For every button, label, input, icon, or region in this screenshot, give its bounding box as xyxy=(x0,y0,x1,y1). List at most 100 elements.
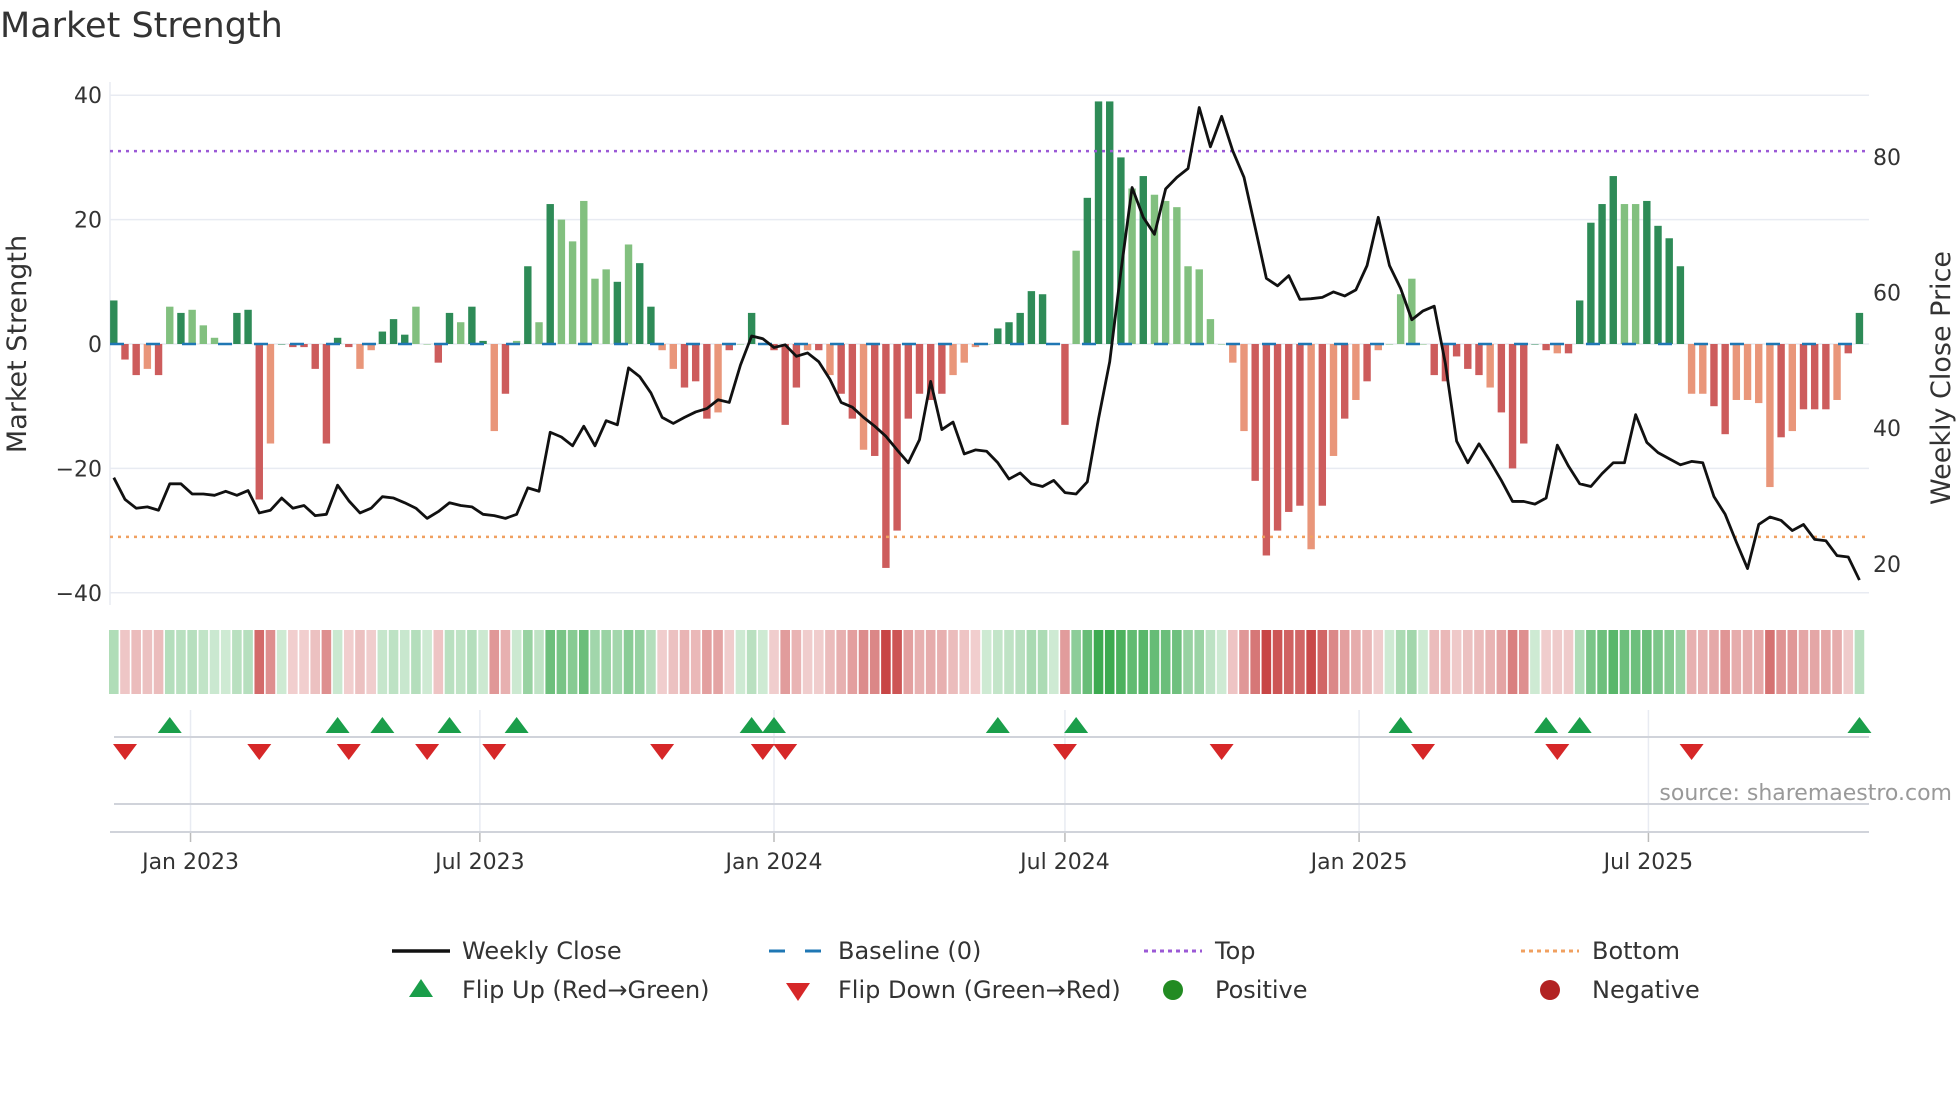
heat-cell xyxy=(1742,630,1753,694)
y2-tick-label: 40 xyxy=(1873,417,1901,442)
flip-down-marker xyxy=(112,744,137,760)
heat-cell xyxy=(825,630,835,694)
flip-up-marker xyxy=(504,717,529,733)
flip-down-marker xyxy=(415,744,440,760)
heat-cell xyxy=(1530,630,1540,694)
heat-cell xyxy=(1787,630,1798,694)
strength-bar xyxy=(1161,200,1170,344)
heat-cell xyxy=(578,630,589,694)
strength-bar xyxy=(1430,344,1438,376)
heat-cell xyxy=(1731,630,1742,694)
flip-down-marker xyxy=(1209,744,1234,760)
strength-bar xyxy=(1553,344,1562,354)
heat-cell xyxy=(411,630,421,694)
strength-bar xyxy=(938,344,946,394)
strength-bar xyxy=(1419,344,1427,345)
legend-triangle-down-icon xyxy=(786,983,810,1001)
heat-cell xyxy=(1418,630,1428,694)
heat-cell xyxy=(1127,630,1137,694)
legend-item-bottom: Bottom xyxy=(1521,937,1680,965)
strength-bar xyxy=(1363,344,1371,382)
heat-cell xyxy=(1462,630,1473,694)
strength-bar xyxy=(199,325,208,344)
strength-bar xyxy=(121,344,129,360)
flip-up-marker xyxy=(1064,717,1089,733)
strength-bar xyxy=(568,241,577,344)
heat-cell xyxy=(959,630,970,694)
legend-dot-positive-icon xyxy=(1163,980,1183,1000)
heat-cell xyxy=(399,630,410,694)
heat-cell xyxy=(1373,630,1384,694)
heat-cell xyxy=(1362,630,1372,694)
heat-cell xyxy=(601,630,611,694)
heat-cell xyxy=(1541,630,1551,694)
heat-cell xyxy=(836,630,846,694)
heat-cell xyxy=(1765,630,1775,694)
heat-cell xyxy=(1664,630,1675,694)
flip-up-marker xyxy=(762,717,787,733)
y-tick-label: −20 xyxy=(56,457,102,482)
heat-cell xyxy=(1709,630,1719,694)
flip-down-marker xyxy=(1679,744,1704,760)
heat-cell xyxy=(343,630,354,694)
strength-bar xyxy=(1385,344,1394,345)
strength-bar xyxy=(882,344,890,568)
heat-cell xyxy=(1384,630,1395,694)
strength-bar xyxy=(915,344,924,394)
strength-bar xyxy=(1341,344,1349,419)
strength-bar xyxy=(1016,312,1024,344)
heat-cell xyxy=(321,630,332,694)
strength-bar xyxy=(1643,200,1651,344)
strength-bar xyxy=(1038,294,1047,344)
strength-bar xyxy=(1810,344,1819,410)
heat-cell xyxy=(176,630,186,694)
heat-cell xyxy=(1686,630,1697,694)
strength-bar xyxy=(445,312,454,344)
heat-cell xyxy=(187,630,197,694)
strength-bar xyxy=(1150,194,1159,344)
strength-bar xyxy=(1665,238,1673,344)
flip-down-marker xyxy=(650,744,675,760)
y2-tick-label: 20 xyxy=(1873,553,1901,578)
heat-cell xyxy=(1071,630,1081,694)
strength-bar xyxy=(255,344,263,500)
flip-down-marker xyxy=(336,744,361,760)
heat-cell xyxy=(489,630,500,694)
heat-cell xyxy=(612,630,623,694)
strength-bar xyxy=(1508,344,1517,469)
heat-cell xyxy=(545,630,556,694)
strength-bar xyxy=(524,266,532,344)
heat-cell xyxy=(769,630,779,694)
flip-up-marker xyxy=(370,717,395,733)
strength-bar xyxy=(501,344,510,394)
heat-cell xyxy=(433,630,444,694)
flip-down-marker xyxy=(773,744,798,760)
strength-bar xyxy=(736,344,745,345)
heat-cell xyxy=(1407,630,1417,694)
heat-cell xyxy=(724,630,735,694)
heat-cell xyxy=(276,630,287,694)
heat-cell xyxy=(802,630,813,694)
heat-cell xyxy=(1048,630,1059,694)
strength-bar xyxy=(1587,222,1595,344)
strength-bar xyxy=(1464,344,1472,369)
heat-cell xyxy=(1205,630,1216,694)
heat-cell xyxy=(1272,630,1283,694)
flip-down-marker xyxy=(482,744,507,760)
heat-cell xyxy=(1496,630,1507,694)
heat-cell xyxy=(970,630,981,694)
legend-item-close: Weekly Close xyxy=(392,937,622,965)
heat-cell xyxy=(1351,630,1361,694)
flip-up-marker xyxy=(1567,717,1592,733)
heat-cell xyxy=(903,630,914,694)
flip-up-marker xyxy=(1534,717,1559,733)
strength-bar xyxy=(177,312,185,344)
heat-cell xyxy=(220,630,231,694)
heat-cell xyxy=(1642,630,1652,694)
heat-cell xyxy=(1720,630,1730,694)
strength-bar xyxy=(233,312,241,344)
heat-cell xyxy=(1518,630,1529,694)
y-tick-label: 20 xyxy=(74,209,102,234)
strength-bar xyxy=(1743,344,1752,400)
heat-cell xyxy=(1630,630,1641,694)
